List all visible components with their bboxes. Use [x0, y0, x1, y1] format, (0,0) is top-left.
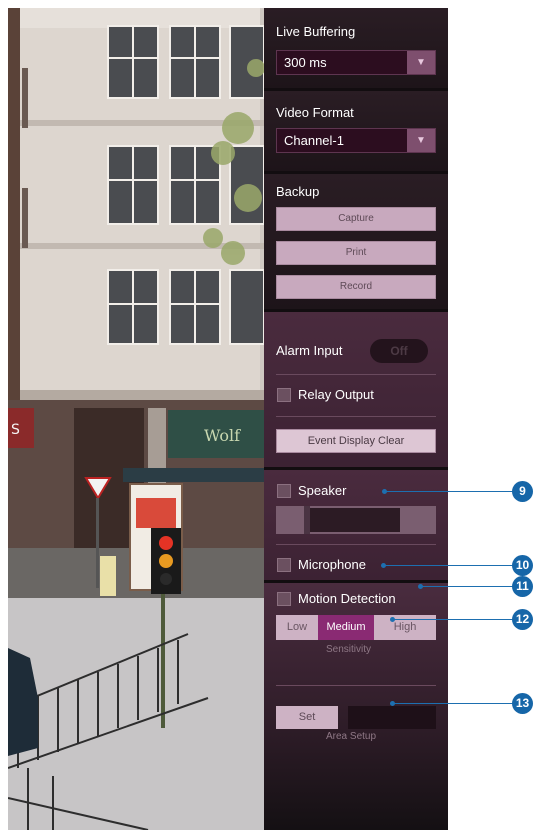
callout-badge: 11 [512, 576, 533, 597]
video-format-dropdown[interactable]: Channel-1 ▼ [276, 128, 436, 153]
shop-sign-right: Wolf [204, 426, 241, 445]
video-format-value: Channel-1 [284, 133, 344, 148]
live-buffering-section: Live Buffering 300 ms ▼ [264, 8, 448, 88]
callout-badge: 12 [512, 609, 533, 630]
callout-line [393, 619, 513, 620]
live-buffering-label: Live Buffering [276, 24, 356, 39]
alarm-input-toggle[interactable]: Off [370, 339, 428, 363]
motion-detection-label: Motion Detection [298, 591, 396, 606]
print-button[interactable]: Print [276, 241, 436, 265]
alarm-input-label: Alarm Input [276, 343, 343, 358]
callout-line [385, 491, 513, 492]
video-format-section: Video Format Channel-1 ▼ [264, 91, 448, 171]
callout-line [384, 565, 513, 566]
camera-live-view[interactable]: S Wolf [8, 8, 264, 830]
microphone-label: Microphone [298, 557, 366, 572]
callout-badge: 13 [512, 693, 533, 714]
event-display-clear-button[interactable]: Event Display Clear [276, 429, 436, 453]
callout-line [421, 586, 513, 587]
camera-feed-image: S Wolf [8, 8, 264, 830]
record-button[interactable]: Record [276, 275, 436, 299]
area-setup-label: Area Setup [326, 731, 377, 742]
divider [276, 544, 436, 545]
divider [276, 374, 436, 375]
backup-section: Backup Capture Print Record [264, 174, 448, 309]
motion-detection-section: Motion Detection Low Medium High Sensiti… [264, 583, 448, 830]
sensitivity-label: Sensitivity [326, 644, 372, 655]
speaker-checkbox[interactable] [277, 484, 291, 498]
area-setup-field[interactable] [348, 706, 436, 729]
area-set-button[interactable]: Set [276, 706, 338, 729]
live-buffering-dropdown[interactable]: 300 ms ▼ [276, 50, 436, 75]
microphone-checkbox[interactable] [277, 558, 291, 572]
chevron-down-icon[interactable]: ▼ [407, 51, 435, 74]
relay-output-label: Relay Output [298, 387, 374, 402]
alarm-section: Alarm Input Off Relay Output Event Displ… [264, 312, 448, 467]
callout-badge: 9 [512, 481, 533, 502]
divider [276, 416, 436, 417]
callout-line [393, 703, 513, 704]
relay-output-checkbox[interactable] [277, 388, 291, 402]
backup-label: Backup [276, 184, 320, 199]
slider-thumb[interactable] [304, 506, 310, 534]
speaker-label: Speaker [298, 483, 347, 498]
shop-sign-left: S [11, 422, 20, 438]
speaker-volume-slider[interactable] [276, 506, 436, 534]
slider-track [308, 508, 400, 532]
callout-badge: 10 [512, 555, 533, 576]
audio-section: Speaker Microphone [264, 470, 448, 580]
control-panel: Live Buffering 300 ms ▼ Video Format Cha… [264, 8, 448, 830]
capture-button[interactable]: Capture [276, 207, 436, 231]
motion-detection-checkbox[interactable] [277, 592, 291, 606]
sensitivity-low-button[interactable]: Low [276, 615, 318, 640]
divider [276, 685, 436, 686]
video-format-label: Video Format [276, 105, 354, 120]
sensitivity-medium-button[interactable]: Medium [318, 615, 374, 640]
chevron-down-icon[interactable]: ▼ [407, 129, 435, 152]
live-buffering-value: 300 ms [284, 55, 327, 70]
